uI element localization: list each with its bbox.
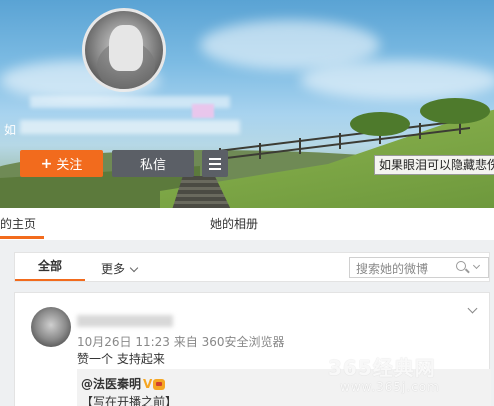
chevron-down-icon <box>129 263 139 273</box>
post-author-name-blurred <box>77 315 173 327</box>
post-meta: 10月26日 11:23 来自 360安全浏览器 <box>77 333 285 350</box>
repost-text: 【写在开播之前】 <box>81 395 178 406</box>
member-badge-icon <box>153 379 166 390</box>
profile-tab-bar: 她的主页 她的相册 <box>0 208 494 240</box>
chevron-down-icon[interactable] <box>472 261 481 270</box>
watermark-url: www.365j.com <box>340 380 440 394</box>
post-source-prefix: 来自 <box>173 335 198 349</box>
post-text: 赞一个 支持起来 <box>77 352 165 366</box>
message-button-label: 私信 <box>139 158 166 173</box>
filter-more-dropdown[interactable]: 更多 <box>101 260 139 277</box>
feed-search-box <box>349 257 489 279</box>
message-button[interactable]: 私信 <box>112 150 194 177</box>
tab-album[interactable]: 她的相册 <box>210 215 258 232</box>
profile-description-blurred <box>20 120 240 134</box>
repost-author: @法医秦明 <box>81 377 142 391</box>
active-tab-indicator <box>0 236 44 239</box>
profile-cover: 如 + 关注 私信 如果眼泪可以隐藏悲伤 <box>0 0 494 208</box>
feed-search-input[interactable] <box>350 259 456 279</box>
filter-all-tab[interactable]: 全部 <box>15 253 85 281</box>
profile-description-prefix: 如 <box>4 123 17 137</box>
plus-icon: + <box>40 155 53 172</box>
post-timestamp[interactable]: 10月26日 11:23 <box>77 335 170 349</box>
more-options-button[interactable] <box>202 150 228 177</box>
follow-button[interactable]: + 关注 <box>20 150 103 177</box>
verified-badge-icon: V <box>143 377 153 391</box>
post-options-chevron-icon[interactable] <box>467 303 478 314</box>
tab-home[interactable]: 她的主页 <box>0 215 36 232</box>
description-tooltip: 如果眼泪可以隐藏悲伤 <box>374 155 494 175</box>
feed-filter-bar: 全部 更多 <box>14 252 490 282</box>
follow-button-label: 关注 <box>56 158 83 173</box>
post-source[interactable]: 360安全浏览器 <box>202 335 285 349</box>
search-icon[interactable] <box>456 261 466 271</box>
profile-badge-blurred <box>192 104 214 118</box>
post-author-avatar[interactable] <box>31 307 71 347</box>
hamburger-menu-icon <box>209 157 221 160</box>
watermark-logo: 365经典网 <box>328 356 436 380</box>
filter-more-label: 更多 <box>101 262 126 276</box>
profile-avatar[interactable] <box>82 8 166 92</box>
repost-author-link[interactable]: @法医秦明 V <box>81 375 166 392</box>
